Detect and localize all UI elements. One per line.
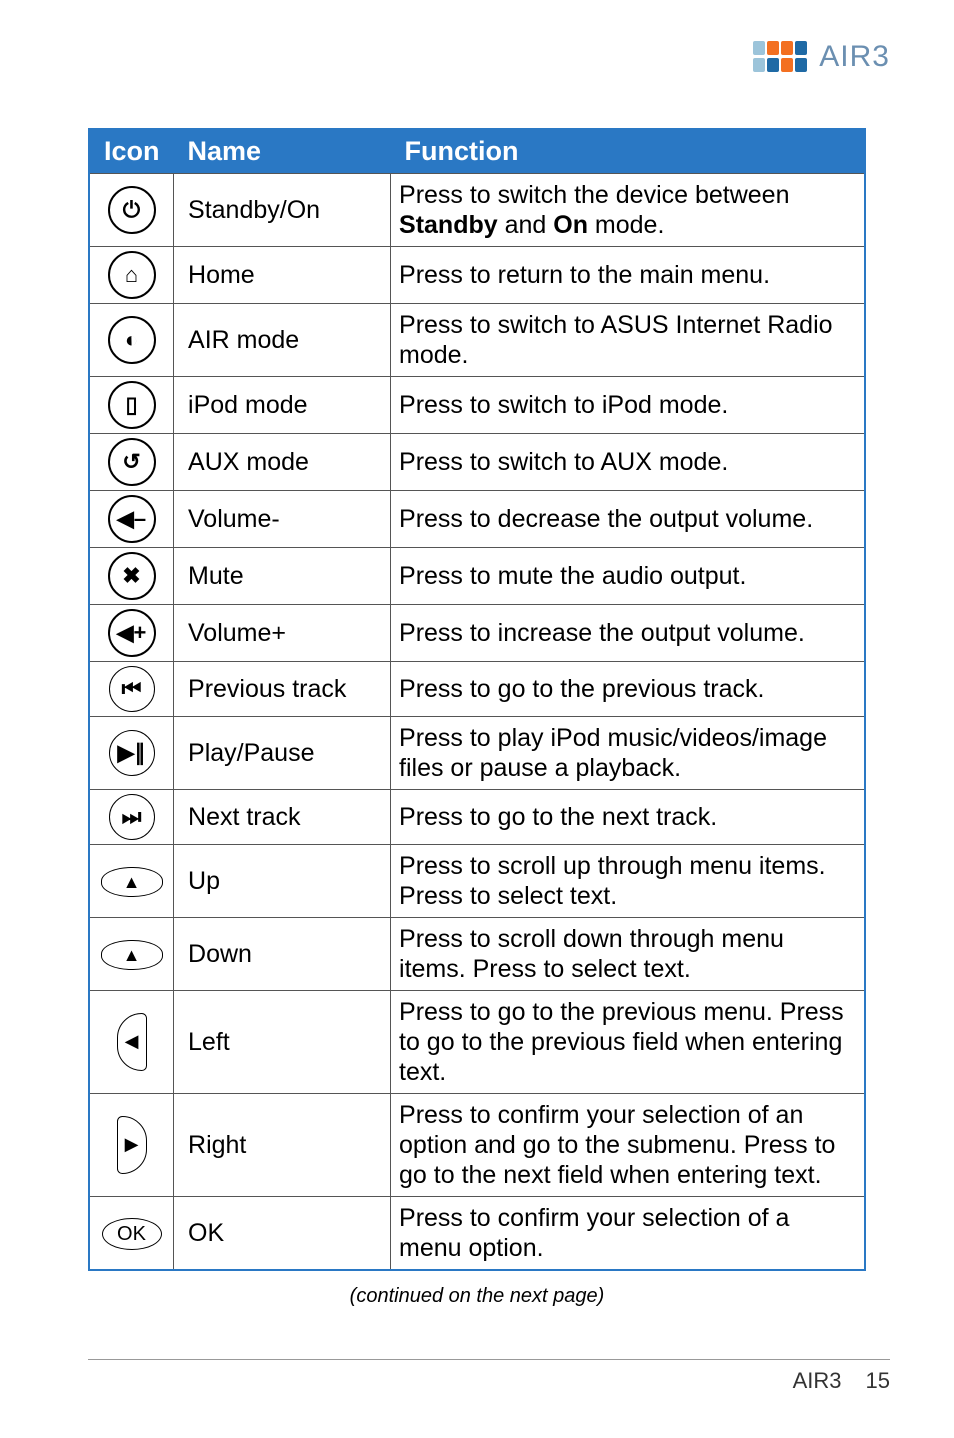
name-cell: AUX mode: [174, 434, 391, 491]
down-icon: ▲: [101, 940, 163, 970]
name-cell: Left: [174, 991, 391, 1094]
th-icon: Icon: [89, 129, 174, 174]
th-function: Function: [391, 129, 865, 174]
function-cell: Press to switch the device between Stand…: [391, 174, 865, 247]
name-cell: OK: [174, 1197, 391, 1271]
icon-cell: ✖: [89, 548, 174, 605]
th-name: Name: [174, 129, 391, 174]
function-cell: Press to scroll down through menu items.…: [391, 918, 865, 991]
next-track-icon: ⏭: [109, 794, 155, 840]
icon-cell: ⌂: [89, 247, 174, 304]
function-cell: Press to switch to iPod mode.: [391, 377, 865, 434]
function-cell: Press to mute the audio output.: [391, 548, 865, 605]
icon-cell: ▶: [89, 1094, 174, 1197]
ok-icon: OK: [102, 1218, 162, 1250]
left-icon: ◀: [117, 1013, 147, 1071]
brand-name: AIR3: [819, 40, 890, 74]
function-cell: Press to return to the main menu.: [391, 247, 865, 304]
table-row: ✖ MutePress to mute the audio output.: [89, 548, 865, 605]
icon-cell: ▲: [89, 918, 174, 991]
table-row: ▯ iPod modePress to switch to iPod mode.: [89, 377, 865, 434]
table-row: ⏻ Standby/OnPress to switch the device be…: [89, 174, 865, 247]
table-row: ▲ DownPress to scroll down through menu i…: [89, 918, 865, 991]
icon-cell: ◀: [89, 991, 174, 1094]
function-cell: Press to decrease the output volume.: [391, 491, 865, 548]
table-row: ⏮ Previous trackPress to go to the previo…: [89, 662, 865, 717]
icon-cell: ◐: [89, 304, 174, 377]
home-icon: ⌂: [108, 251, 156, 299]
name-cell: Previous track: [174, 662, 391, 717]
name-cell: iPod mode: [174, 377, 391, 434]
brand-header: AIR3: [753, 40, 890, 74]
table-row: ◀– Volume-Press to decrease the output vo…: [89, 491, 865, 548]
name-cell: AIR mode: [174, 304, 391, 377]
icon-cell: ◀–: [89, 491, 174, 548]
icon-cell: ⏭: [89, 790, 174, 845]
ipod-icon: ▯: [108, 381, 156, 429]
function-cell: Press to go to the previous menu. Press …: [391, 991, 865, 1094]
icon-cell: OK: [89, 1197, 174, 1271]
up-icon: ▲: [101, 867, 163, 897]
name-cell: Volume+: [174, 605, 391, 662]
icon-cell: ▲: [89, 845, 174, 918]
mute-icon: ✖: [108, 552, 156, 600]
icon-cell: ⏻: [89, 174, 174, 247]
name-cell: Next track: [174, 790, 391, 845]
play-pause-icon: ▶∥: [109, 730, 155, 776]
vol-up-icon: ◀+: [108, 609, 156, 657]
table-row: ▲ UpPress to scroll up through menu items…: [89, 845, 865, 918]
name-cell: Mute: [174, 548, 391, 605]
icon-cell: ↺: [89, 434, 174, 491]
icon-cell: ▶∥: [89, 717, 174, 790]
function-cell: Press to confirm your selection of an op…: [391, 1094, 865, 1197]
table-row: ⌂ HomePress to return to the main menu.: [89, 247, 865, 304]
prev-track-icon: ⏮: [109, 666, 155, 712]
footer-model: AIR3: [793, 1368, 842, 1394]
table-row: ↺ AUX modePress to switch to AUX mode.: [89, 434, 865, 491]
right-icon: ▶: [117, 1116, 147, 1174]
vol-down-icon: ◀–: [108, 495, 156, 543]
table-row: ◐ AIR modePress to switch to ASUS Interne…: [89, 304, 865, 377]
function-cell: Press to play iPod music/videos/image fi…: [391, 717, 865, 790]
table-row: ◀+ Volume+Press to increase the output vo…: [89, 605, 865, 662]
icon-cell: ▯: [89, 377, 174, 434]
icon-cell: ◀+: [89, 605, 174, 662]
table-row: ▶∥ Play/PausePress to play iPod music/vid…: [89, 717, 865, 790]
air-mode-icon: ◐: [108, 316, 156, 364]
name-cell: Home: [174, 247, 391, 304]
remote-functions-table: Icon Name Function ⏻Standby/OnPress to s…: [88, 128, 866, 1271]
function-cell: Press to confirm your selection of a men…: [391, 1197, 865, 1271]
table-row: ⏭ Next trackPress to go to the next track…: [89, 790, 865, 845]
function-cell: Press to go to the next track.: [391, 790, 865, 845]
name-cell: Down: [174, 918, 391, 991]
aux-icon: ↺: [108, 438, 156, 486]
function-cell: Press to switch to AUX mode.: [391, 434, 865, 491]
page-footer: AIR3 15: [88, 1359, 890, 1394]
function-cell: Press to switch to ASUS Internet Radio m…: [391, 304, 865, 377]
table-row: ◀ LeftPress to go to the previous menu. P…: [89, 991, 865, 1094]
continuation-note: (continued on the next page): [88, 1285, 866, 1308]
function-cell: Press to scroll up through menu items. P…: [391, 845, 865, 918]
name-cell: Play/Pause: [174, 717, 391, 790]
name-cell: Volume-: [174, 491, 391, 548]
function-cell: Press to go to the previous track.: [391, 662, 865, 717]
function-cell: Press to increase the output volume.: [391, 605, 865, 662]
name-cell: Up: [174, 845, 391, 918]
footer-page: 15: [866, 1368, 890, 1394]
icon-cell: ⏮: [89, 662, 174, 717]
name-cell: Right: [174, 1094, 391, 1197]
table-row: OKOKPress to confirm your selection of a…: [89, 1197, 865, 1271]
name-cell: Standby/On: [174, 174, 391, 247]
table-row: ▶ RightPress to confirm your selection of…: [89, 1094, 865, 1197]
power-icon: ⏻: [108, 186, 156, 234]
brand-logo-icon: [753, 41, 809, 73]
